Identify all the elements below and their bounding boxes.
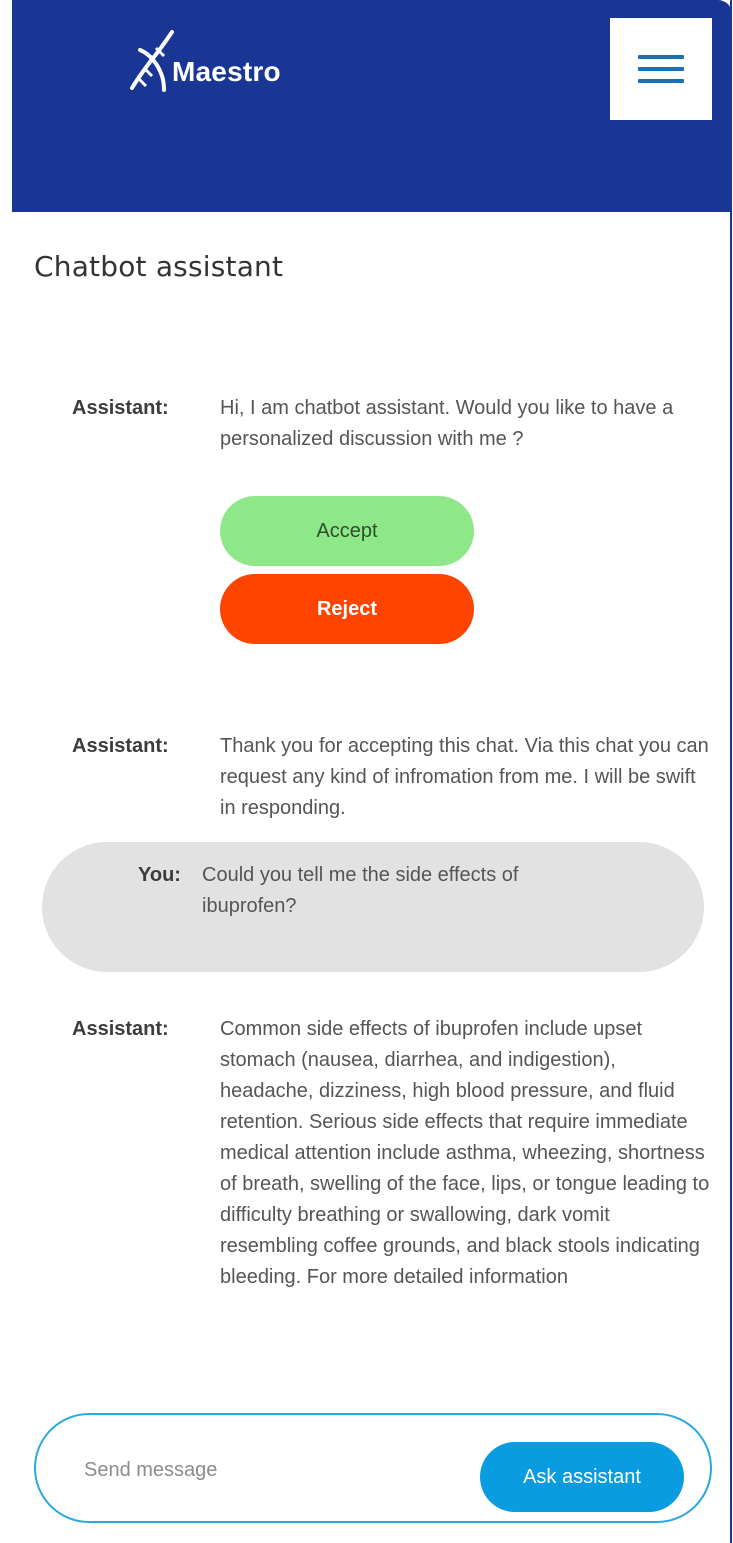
accept-button[interactable]: Accept — [220, 496, 474, 566]
message-composer: Ask assistant — [34, 1413, 712, 1523]
dna-icon — [128, 30, 184, 94]
message-text: Hi, I am chatbot assistant. Would you li… — [220, 397, 674, 450]
hamburger-menu-icon-bar — [638, 67, 684, 71]
hamburger-menu-icon-bar — [638, 79, 684, 83]
assistant-message: Assistant: Common side effects of ibupro… — [72, 1014, 712, 1369]
hamburger-menu-icon — [638, 55, 684, 59]
brand-name: Maestro — [172, 56, 281, 87]
message-sender: You: — [138, 864, 181, 886]
send-message-input[interactable] — [82, 1441, 466, 1499]
ask-assistant-button[interactable]: Ask assistant — [480, 1442, 684, 1512]
user-message: You: Could you tell me the side effects … — [138, 860, 618, 922]
message-text: Thank you for accepting this chat. Via t… — [220, 735, 709, 819]
reject-button[interactable]: Reject — [220, 574, 474, 644]
message-sender: Assistant: — [72, 1018, 169, 1040]
menu-button[interactable] — [610, 18, 712, 120]
page-title: Chatbot assistant — [34, 250, 284, 283]
app-frame: Maestro Chatbot assistant Assistant: Hi,… — [12, 0, 732, 1543]
message-sender: Assistant: — [72, 735, 169, 757]
maestro-logo[interactable]: Maestro — [128, 22, 281, 94]
assistant-message: Assistant: Hi, I am chatbot assistant. W… — [72, 393, 712, 455]
app-header: Maestro — [12, 0, 730, 212]
assistant-message: Assistant: Thank you for accepting this … — [72, 731, 712, 824]
message-text: Could you tell me the side effects of ib… — [202, 864, 519, 917]
message-sender: Assistant: — [72, 397, 169, 419]
user-message-bubble: You: Could you tell me the side effects … — [42, 842, 704, 972]
message-text: Common side effects of ibuprofen include… — [220, 1018, 710, 1288]
